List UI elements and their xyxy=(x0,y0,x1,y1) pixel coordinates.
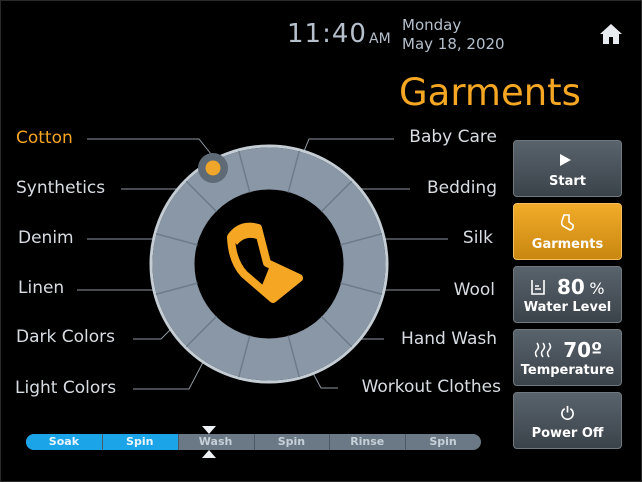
water-level-unit: % xyxy=(589,279,605,298)
play-icon xyxy=(560,154,571,166)
progress-step-divider xyxy=(405,434,407,450)
power-icon xyxy=(561,405,574,420)
temperature-value: 70 xyxy=(563,338,592,362)
temperature-unit: º xyxy=(591,338,603,362)
cycle-linen[interactable]: Linen xyxy=(18,278,64,298)
progress-step-spin: Spin xyxy=(277,435,306,448)
sock-icon xyxy=(560,214,574,231)
progress-step-spin: Spin xyxy=(126,435,154,448)
progress-step-divider xyxy=(177,434,179,450)
dial-selector-knob[interactable] xyxy=(198,153,228,183)
water-level-label: Water Level xyxy=(523,300,612,315)
progress-step-soak: Soak xyxy=(48,435,80,448)
cycle-silk[interactable]: Silk xyxy=(463,228,493,248)
progress-step-divider xyxy=(329,434,331,450)
cycle-light-colors[interactable]: Light Colors xyxy=(15,378,116,398)
water-level-icon xyxy=(531,280,546,295)
leader-cotton xyxy=(87,138,212,155)
heat-icon xyxy=(534,342,551,358)
water-level-button[interactable]: 80 % Water Level xyxy=(513,266,622,323)
cycle-baby-care[interactable]: Baby Care xyxy=(409,127,497,147)
progress-marker-icon[interactable] xyxy=(201,425,217,459)
temperature-button[interactable]: 70º Temperature xyxy=(513,329,622,386)
cycle-bedding[interactable]: Bedding xyxy=(427,178,497,198)
garments-label: Garments xyxy=(531,237,604,252)
water-level-value: 80 xyxy=(556,275,585,299)
power-off-button[interactable]: Power Off xyxy=(513,392,622,449)
garments-button[interactable]: Garments xyxy=(513,203,622,260)
power-off-label: Power Off xyxy=(531,426,604,441)
start-button[interactable]: Start xyxy=(513,140,622,197)
start-label: Start xyxy=(549,174,586,189)
cycle-cotton[interactable]: Cotton xyxy=(16,128,73,148)
progress-step-rinse: Rinse xyxy=(350,435,385,448)
cycle-workout-clothes[interactable]: Workout Clothes xyxy=(362,377,501,397)
cycle-dark-colors[interactable]: Dark Colors xyxy=(16,327,115,347)
cycle-progress-bar: Soak Spin Wash Spin Rinse Spin xyxy=(26,434,481,450)
progress-step-divider xyxy=(253,434,255,450)
cycle-synthetics[interactable]: Synthetics xyxy=(16,178,105,198)
progress-step-divider xyxy=(101,434,103,450)
temperature-label: Temperature xyxy=(520,363,615,378)
water-level-value-row: 80 % xyxy=(514,275,621,299)
cycle-denim[interactable]: Denim xyxy=(18,228,74,248)
washer-control-screen: 11:40 AM Monday May 18, 2020 Garments Co… xyxy=(0,0,642,482)
temperature-value-row: 70º xyxy=(514,338,621,362)
progress-step-spin: Spin xyxy=(429,435,457,448)
cycle-wool[interactable]: Wool xyxy=(454,280,495,300)
cycle-hand-wash[interactable]: Hand Wash xyxy=(401,329,497,349)
